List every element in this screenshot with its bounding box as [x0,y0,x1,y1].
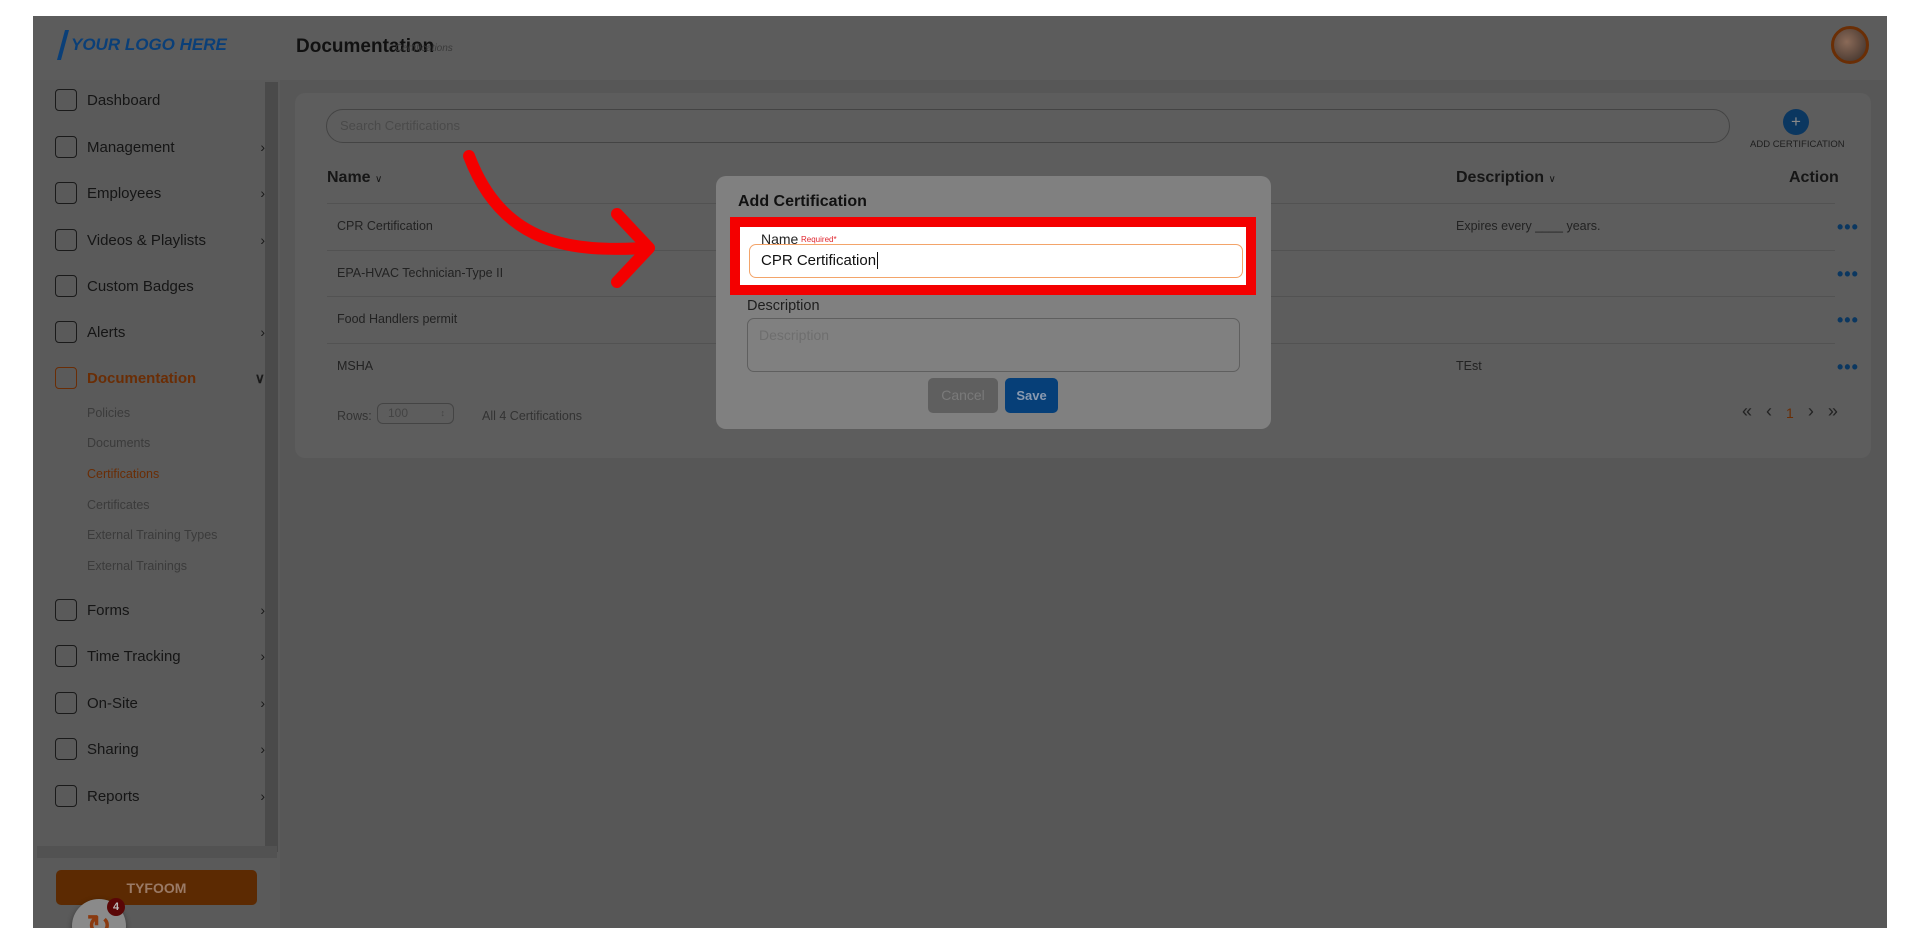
annotation-arrow [463,150,655,288]
description-label: Description [747,298,820,314]
description-textarea[interactable]: Description [747,318,1240,372]
name-input[interactable]: CPR Certification [749,244,1243,278]
save-button[interactable]: Save [1005,378,1058,413]
dialog-title: Add Certification [738,193,867,210]
name-field-highlight: Name Required* CPR Certification [730,217,1256,295]
add-certification-dialog: Add Certification Name Required* CPR Cer… [716,176,1271,429]
name-value: CPR Certification [761,252,877,269]
app-window: YOUR LOGO HERE Documentation Certificati… [33,16,1887,928]
cancel-button[interactable]: Cancel [928,378,998,413]
text-cursor [877,252,879,269]
required-indicator: Required* [801,235,837,244]
